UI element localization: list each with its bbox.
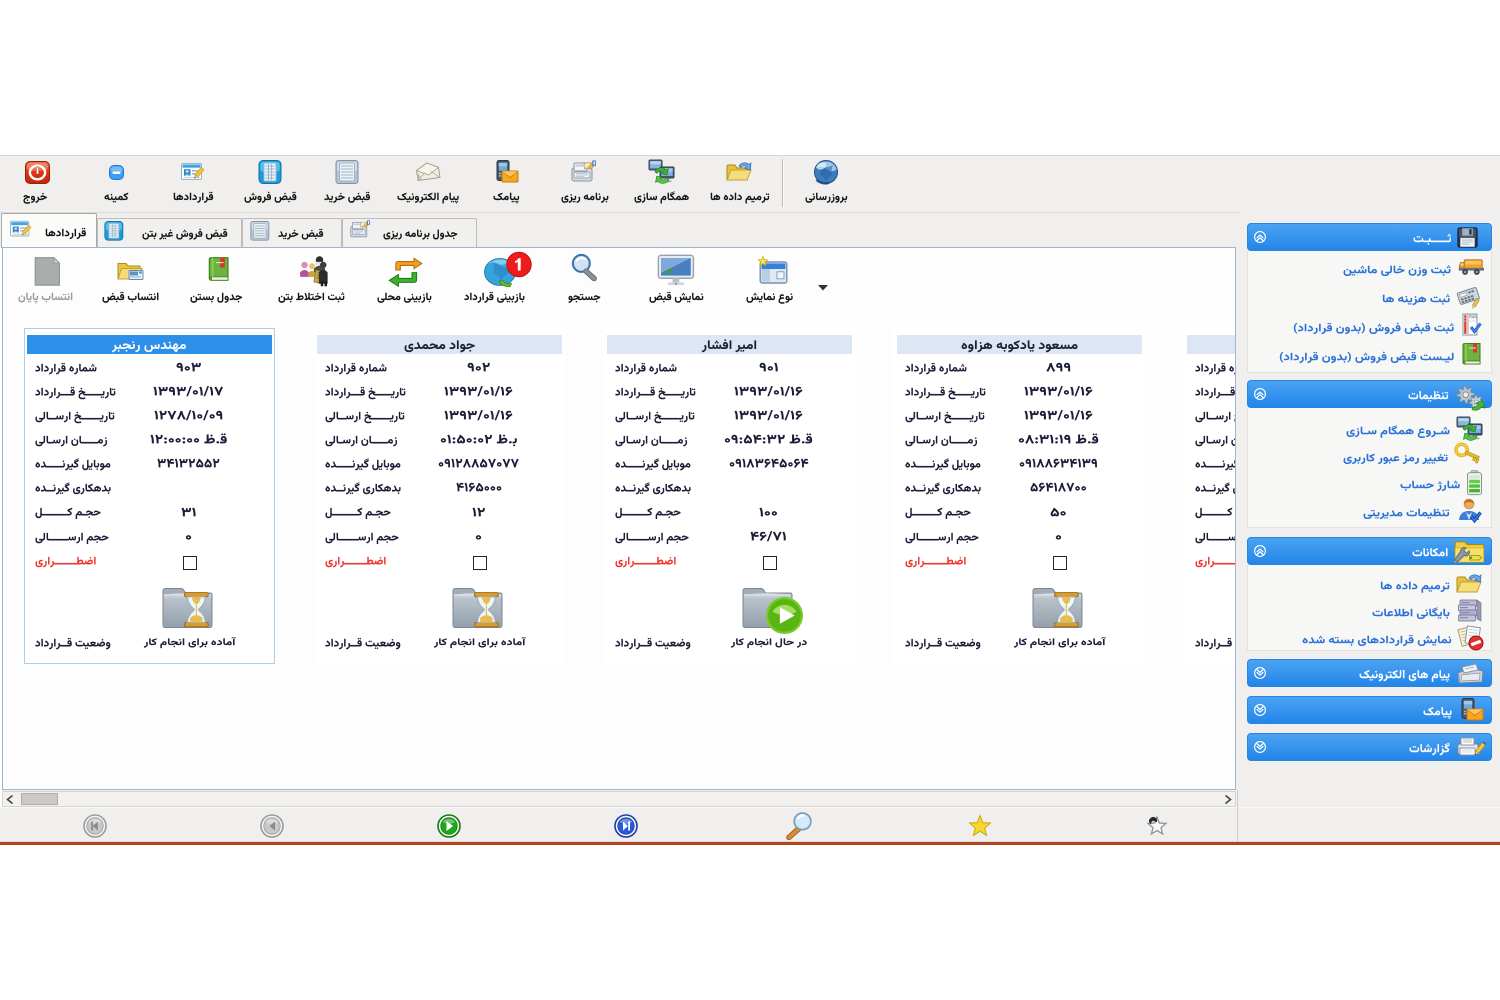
svg-text:FWD: FWD bbox=[1469, 315, 1477, 319]
